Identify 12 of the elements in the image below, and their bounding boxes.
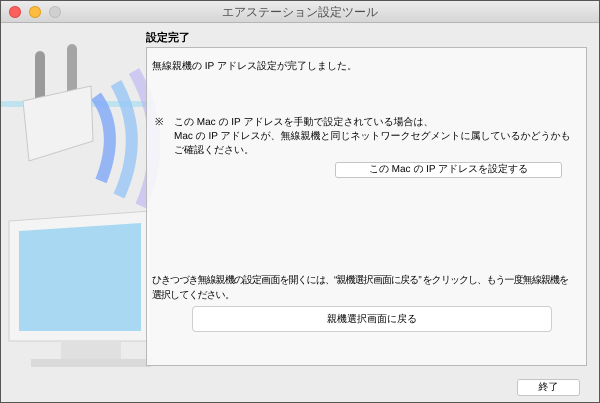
minimize-button[interactable] xyxy=(29,6,41,18)
completion-message: 無線親機の IP アドレス設定が完了しました。 xyxy=(152,60,358,74)
instruction-text: ひきつづき無線親機の設定画面を開くには、“親機選択画面に戻る” をクリックし、もう一度無線親機を 選択してください。 xyxy=(152,274,568,303)
note-text: この Mac の IP アドレスを手動で設定されている場合は、 Mac の IP アドレスが、無線親機と同じネットワークセグメントに属しているかどうかも ご確認ください。 xyxy=(174,116,570,158)
set-ip-address-button[interactable]: この Mac の IP アドレスを設定する xyxy=(335,162,562,178)
back-to-selection-button[interactable]: 親機選択画面に戻る xyxy=(192,306,552,332)
note-mark: ※ xyxy=(154,116,164,130)
section-heading: 設定完了 xyxy=(146,30,191,44)
zoom-button[interactable] xyxy=(49,6,61,18)
quit-button[interactable]: 終了 xyxy=(517,379,580,396)
window-title: エアステーション設定ツール xyxy=(222,4,378,20)
close-button[interactable] xyxy=(9,6,21,18)
